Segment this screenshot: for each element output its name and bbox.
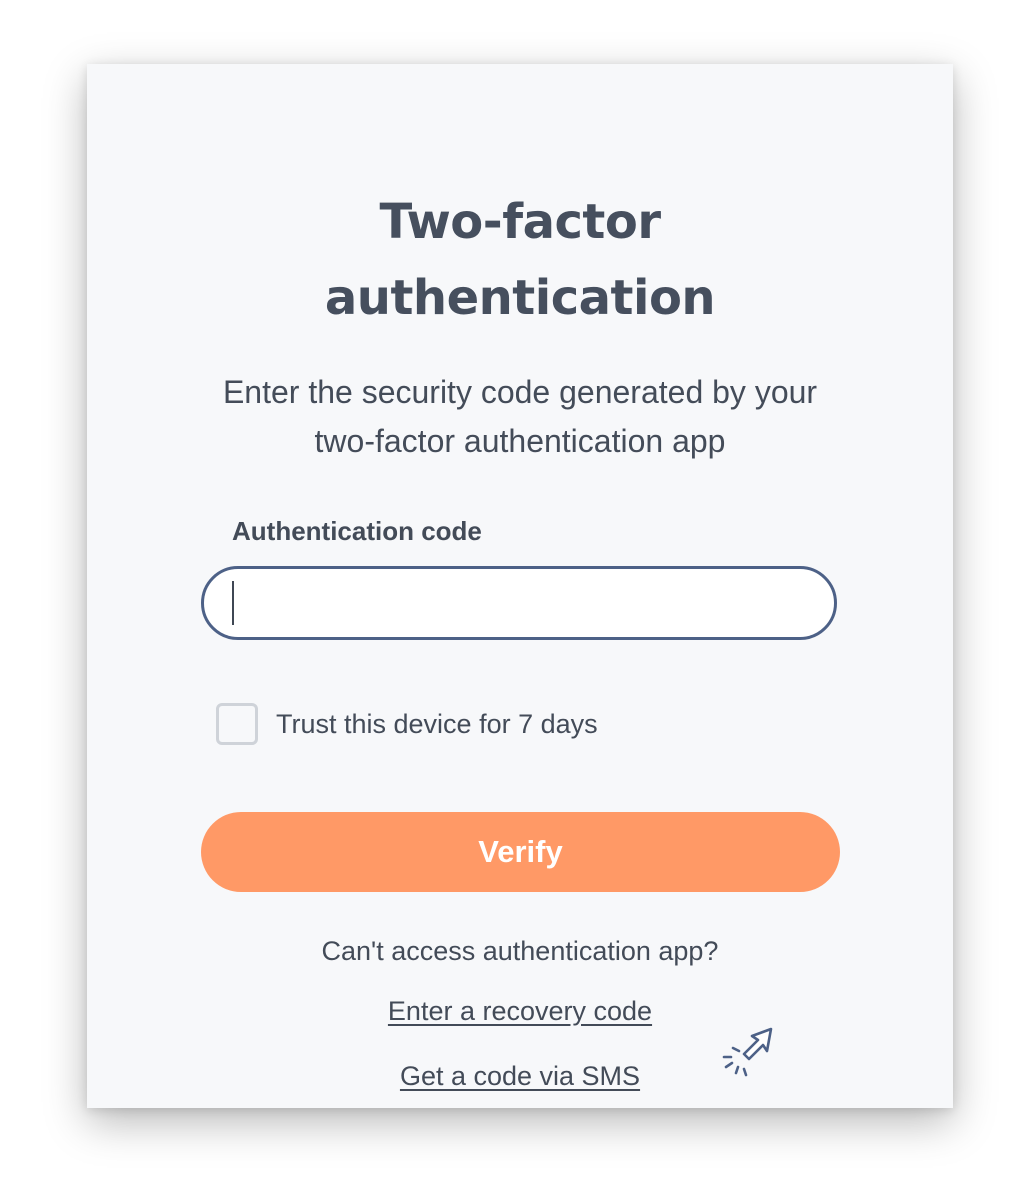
sms-code-link-row: Get a code via SMS (87, 1061, 953, 1092)
recovery-code-link[interactable]: Enter a recovery code (388, 996, 652, 1026)
instructions-line-2: two-factor authentication app (314, 423, 726, 459)
cant-access-text: Can't access authentication app? (321, 936, 719, 966)
trust-device-checkbox[interactable] (216, 703, 258, 745)
page-title-line-1: Two-factor (379, 194, 661, 250)
recovery-code-link-row: Enter a recovery code (87, 996, 953, 1027)
page-title: Two-factor authentication (87, 184, 953, 336)
instructions-line-1: Enter the security code generated by you… (222, 374, 818, 410)
trust-device-label: Trust this device for 7 days (276, 708, 598, 739)
sms-code-link[interactable]: Get a code via SMS (400, 1061, 640, 1091)
trust-device-option[interactable]: Trust this device for 7 days (216, 700, 598, 748)
text-cursor (232, 581, 234, 625)
instructions-text: Enter the security code generated by you… (87, 368, 953, 466)
verify-button[interactable]: Verify (201, 812, 840, 892)
authentication-code-label: Authentication code (232, 516, 482, 546)
two-factor-card: Two-factor authentication Enter the secu… (87, 64, 953, 1108)
click-pointer-icon (722, 1027, 773, 1077)
authentication-code-input[interactable] (201, 566, 837, 640)
page-title-line-2: authentication (324, 270, 716, 326)
